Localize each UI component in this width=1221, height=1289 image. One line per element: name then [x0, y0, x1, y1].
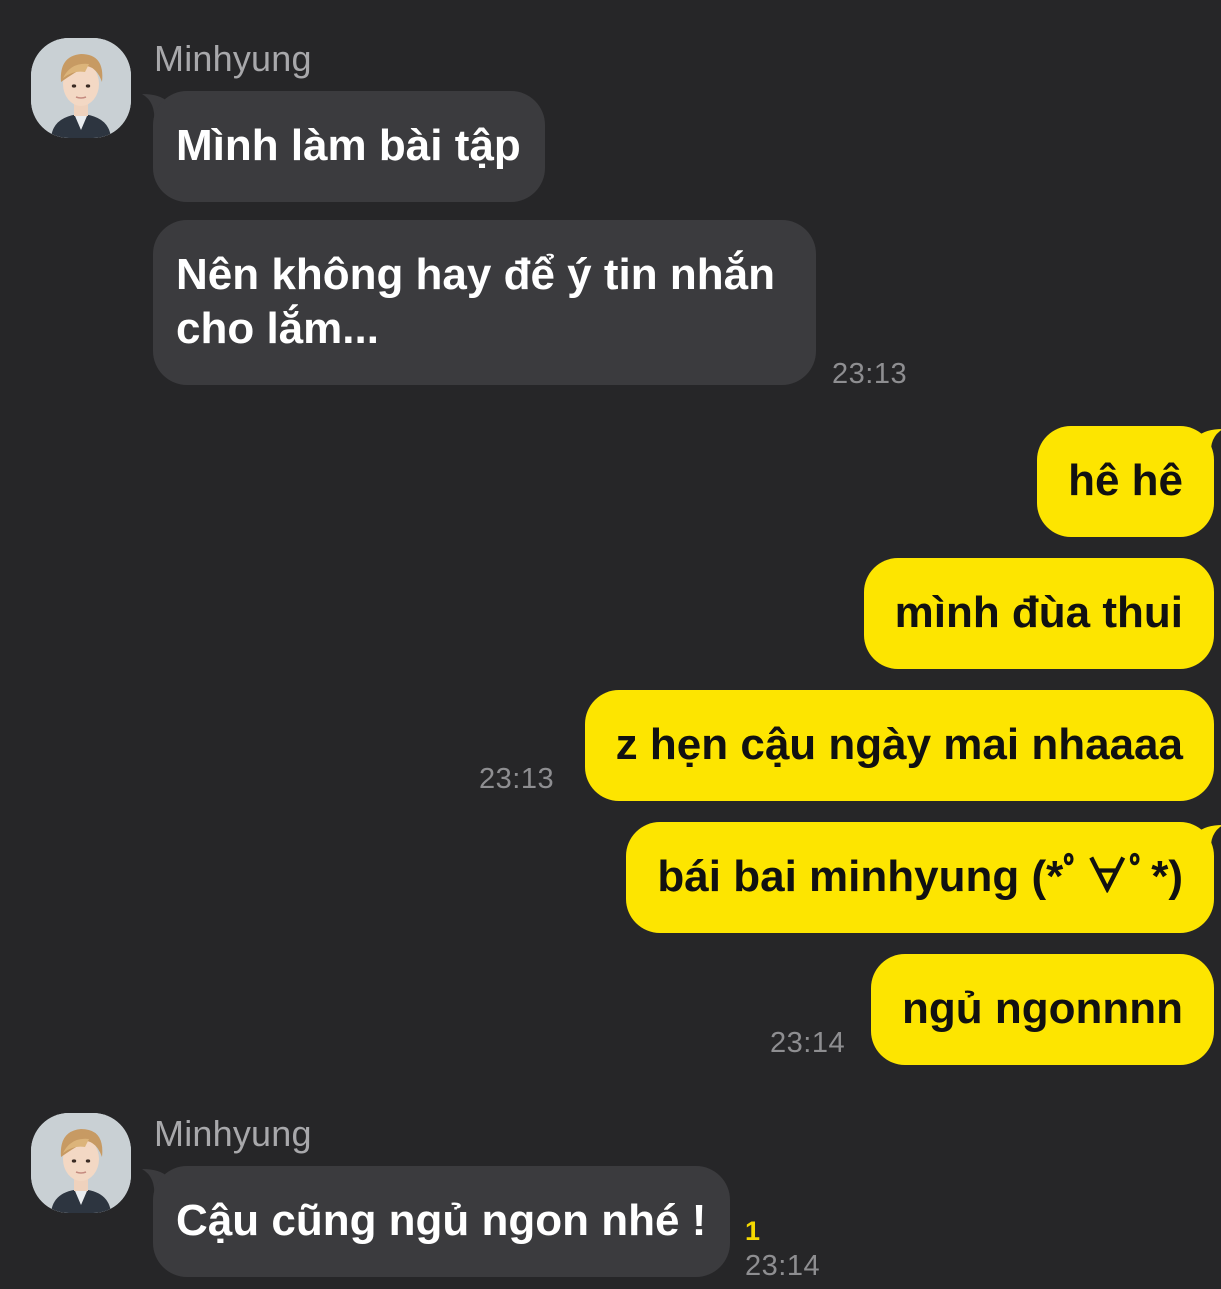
avatar[interactable] — [31, 38, 131, 138]
message-timestamp: 23:13 — [832, 358, 908, 390]
message-text: Mình làm bài tập — [176, 121, 521, 170]
my-message-bubble[interactable]: hê hê — [1037, 426, 1214, 537]
my-message-bubble[interactable]: mình đùa thui — [863, 558, 1214, 669]
my-message-bubble[interactable]: z hẹn cậu ngày mai nhaaaa — [584, 690, 1214, 801]
profile-photo-icon — [31, 1113, 131, 1213]
message-text: z hẹn cậu ngày mai nhaaaa — [615, 720, 1183, 769]
message-text-line: Nên không hay để ý tin nhắn — [176, 250, 775, 299]
avatar[interactable] — [31, 1113, 131, 1213]
message-bubble[interactable]: Cậu cũng ngủ ngon nhé ! — [153, 1166, 731, 1277]
message-timestamp: 23:13 — [479, 763, 555, 795]
message-text: bái bai minhyung (*ﾟ∀ﾟ*) — [657, 852, 1183, 901]
sender-name: Minhyung — [154, 38, 312, 79]
message-text: mình đùa thui — [894, 588, 1183, 637]
message-text-line: cho lắm... — [176, 304, 379, 353]
unread-count-badge: 1 — [745, 1216, 761, 1246]
profile-photo-icon — [31, 38, 131, 138]
sender-name: Minhyung — [154, 1113, 312, 1154]
message-bubble[interactable]: Mình làm bài tập — [153, 91, 545, 202]
message-text: Cậu cũng ngủ ngon nhé ! — [176, 1196, 707, 1245]
my-message-bubble[interactable]: ngủ ngonnnn — [871, 954, 1214, 1065]
message-timestamp: 23:14 — [770, 1027, 846, 1059]
message-bubble[interactable]: Nên không hay để ý tin nhắn cho lắm... — [153, 220, 816, 385]
message-text: hê hê — [1068, 456, 1183, 505]
message-text: ngủ ngonnnn — [902, 984, 1183, 1033]
my-message-bubble[interactable]: bái bai minhyung (*ﾟ∀ﾟ*) — [626, 822, 1214, 933]
message-timestamp: 23:14 — [745, 1250, 821, 1282]
